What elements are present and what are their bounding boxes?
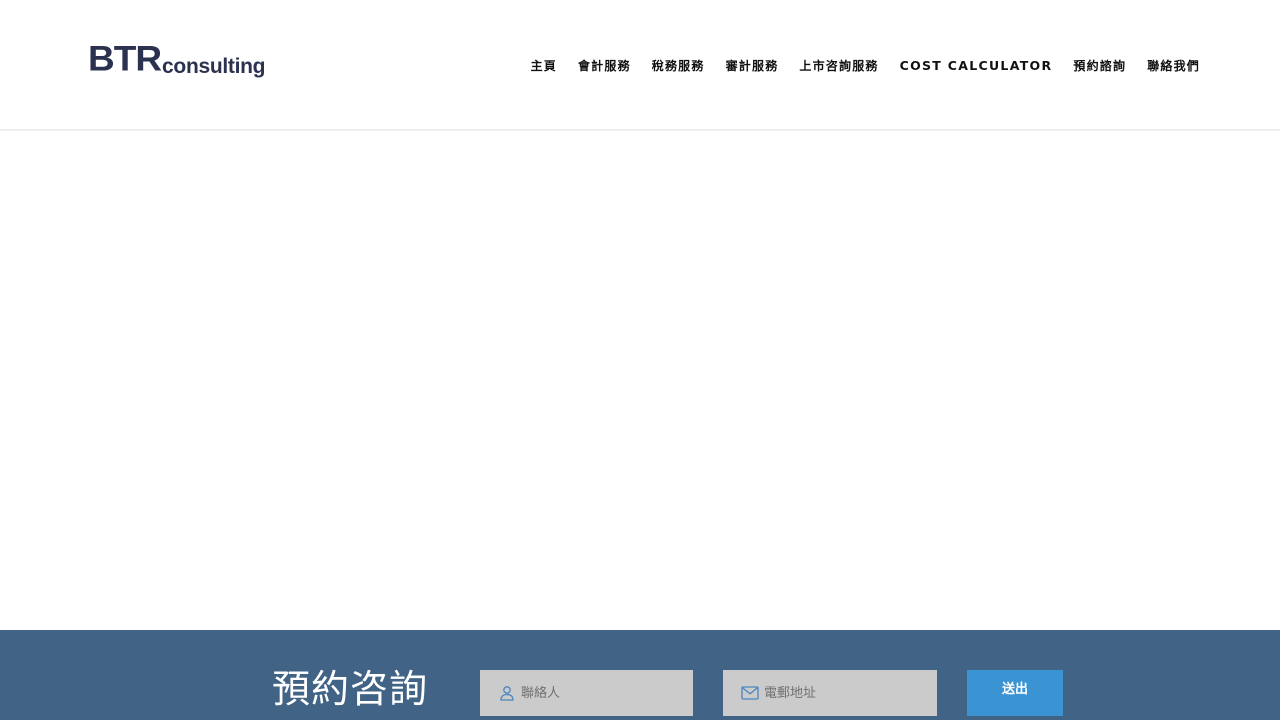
contact-name-input[interactable] [521, 678, 681, 708]
nav-item-tax[interactable]: 稅務服務 [652, 57, 705, 74]
main-content [0, 131, 1280, 630]
nav-item-contact[interactable]: 聯絡我們 [1147, 57, 1200, 74]
email-field[interactable] [723, 670, 937, 716]
user-icon [498, 684, 516, 702]
logo-main-text: BTR [88, 39, 162, 78]
site-header: BTR consulting 主頁 會計服務 稅務服務 審計服務 上市咨詢服務 … [0, 0, 1280, 130]
logo-sub-text: consulting [162, 55, 266, 78]
nav-item-home[interactable]: 主頁 [531, 57, 557, 74]
email-input[interactable] [764, 678, 924, 708]
logo[interactable]: BTR consulting [88, 39, 266, 78]
nav-item-booking[interactable]: 預約諮詢 [1073, 57, 1126, 74]
submit-button[interactable]: 送出 [967, 670, 1063, 716]
nav-item-cost-calculator[interactable]: COST CALCULATOR [900, 58, 1053, 73]
nav-item-accounting[interactable]: 會計服務 [578, 57, 631, 74]
contact-name-field[interactable] [480, 670, 693, 716]
nav-item-audit[interactable]: 審計服務 [726, 57, 779, 74]
mail-icon [741, 684, 759, 702]
booking-title: 預約咨詢 [272, 667, 429, 711]
booking-bar: 預約咨詢 送出 [0, 630, 1280, 720]
nav-item-ipo[interactable]: 上市咨詢服務 [799, 57, 878, 74]
main-nav: 主頁 會計服務 稅務服務 審計服務 上市咨詢服務 COST CALCULATOR… [531, 57, 1200, 74]
